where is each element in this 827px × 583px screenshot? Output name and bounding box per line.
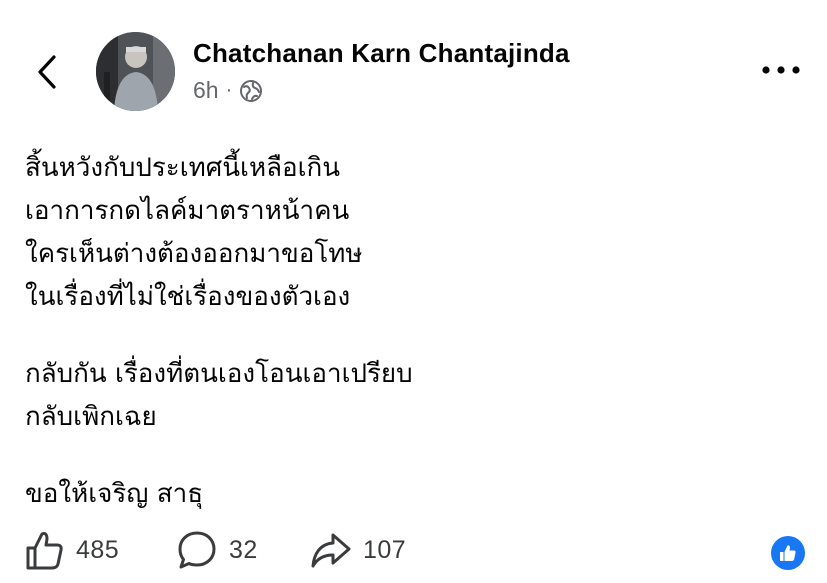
thumbs-up-icon bbox=[26, 532, 63, 570]
post-line: กลับกัน เรื่องที่ตนเองโอนเอาเปรียบ bbox=[25, 359, 413, 389]
share-arrow-icon bbox=[311, 533, 351, 568]
more-horizontal-icon bbox=[762, 66, 800, 74]
avatar[interactable] bbox=[96, 32, 175, 111]
post-meta: 6h · bbox=[193, 77, 263, 104]
post-line: ขอให้เจริญ สาธุ bbox=[25, 479, 204, 509]
like-count: 485 bbox=[76, 535, 120, 564]
chevron-left-icon bbox=[38, 55, 56, 89]
post-paragraph: ขอให้เจริญ สาธุ bbox=[25, 473, 785, 516]
comment-icon bbox=[178, 531, 216, 569]
post-paragraph: กลับกัน เรื่องที่ตนเองโอนเอาเปรียบ กลับเ… bbox=[25, 353, 785, 439]
comment-count: 32 bbox=[229, 535, 258, 564]
avatar-photo bbox=[96, 32, 175, 111]
post-line: กลับเพิกเฉย bbox=[25, 402, 157, 432]
post-paragraph: สิ้นหวังกับประเทศนี้เหลือเกิน เอาการกดไล… bbox=[25, 147, 785, 319]
post-text: สิ้นหวังกับประเทศนี้เหลือเกิน เอาการกดไล… bbox=[25, 147, 785, 516]
more-options-button[interactable] bbox=[758, 60, 804, 80]
like-button[interactable]: 485 bbox=[22, 525, 119, 575]
meta-separator: · bbox=[225, 79, 233, 101]
reaction-badge[interactable] bbox=[771, 536, 805, 570]
post-line: สิ้นหวังกับประเทศนี้เหลือเกิน bbox=[25, 153, 341, 183]
like-reaction-badge-icon bbox=[780, 545, 796, 561]
share-button[interactable]: 107 bbox=[309, 525, 406, 575]
post-line: ในเรื่องที่ไม่ใช่เรื่องของตัวเอง bbox=[25, 282, 351, 312]
share-count: 107 bbox=[363, 535, 407, 564]
post-timestamp[interactable]: 6h bbox=[193, 77, 219, 104]
back-button[interactable] bbox=[30, 50, 64, 94]
globe-icon bbox=[239, 79, 263, 103]
post-line: ใครเห็นต่างต้องออกมาขอโทษ bbox=[25, 239, 363, 269]
comment-button[interactable]: 32 bbox=[175, 525, 258, 575]
author-name[interactable]: Chatchanan Karn Chantajinda bbox=[193, 38, 570, 69]
post-line: เอาการกดไลค์มาตราหน้าคน bbox=[25, 196, 350, 226]
post-actions: 485 32 107 bbox=[0, 525, 827, 575]
